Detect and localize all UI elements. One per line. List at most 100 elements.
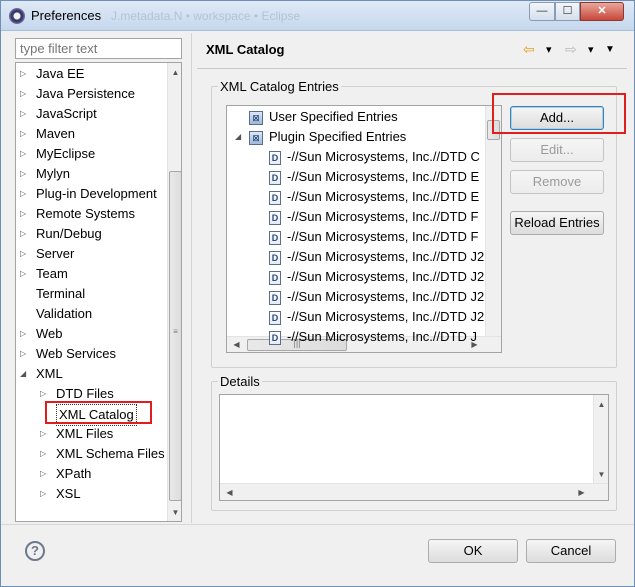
collapsed-arrow-icon[interactable]: ▷ <box>20 344 30 364</box>
collapsed-arrow-icon[interactable]: ▷ <box>20 84 30 104</box>
expanded-arrow-icon[interactable]: ◢ <box>20 364 30 384</box>
add-button[interactable]: Add... <box>510 106 604 130</box>
dtd-file-icon: D <box>269 250 281 265</box>
details-scroll-down-icon[interactable]: ▼ <box>594 467 609 482</box>
collapsed-arrow-icon[interactable]: ▷ <box>20 64 30 84</box>
scroll-thumb[interactable]: ≡ <box>169 171 181 501</box>
catalog-entry[interactable]: D -//Sun Microsystems, Inc.//DTD J <box>269 327 477 347</box>
tree-item[interactable]: ◢ XML <box>20 364 165 384</box>
tree-item[interactable]: ▷ XPath <box>40 464 165 484</box>
tree-item-label: Mylyn <box>36 166 70 181</box>
tree-item[interactable]: ▷ Mylyn <box>20 164 165 184</box>
tree-item[interactable]: ▷ Maven <box>20 124 165 144</box>
maximize-button[interactable]: ☐ <box>555 2 580 21</box>
tree-item-label: Web Services <box>36 346 116 361</box>
collapsed-arrow-icon[interactable]: ▷ <box>40 444 50 464</box>
catalog-entry[interactable]: D -//Sun Microsystems, Inc.//DTD E <box>269 167 479 187</box>
details-scroll-left-icon[interactable]: ◀ <box>222 485 237 500</box>
tree-item[interactable]: ▷ Web <box>20 324 165 344</box>
collapsed-arrow-icon[interactable]: ▷ <box>20 164 30 184</box>
back-icon[interactable]: ⇦ <box>523 41 535 58</box>
tree-item[interactable]: ▷ XML Files <box>40 424 165 444</box>
catalog-entry-label: -//Sun Microsystems, Inc.//DTD J2 <box>287 309 485 324</box>
cancel-button[interactable]: Cancel <box>526 539 616 563</box>
catalog-entry[interactable]: D -//Sun Microsystems, Inc.//DTD F <box>269 207 478 227</box>
tree-item-label: Server <box>36 246 75 261</box>
scroll-grip-icon: ≡ <box>173 327 178 336</box>
preference-tree-scrollbar[interactable]: ▲ ≡ ▼ <box>167 63 181 521</box>
tree-item[interactable]: ▷ Web Services <box>20 344 165 364</box>
catalog-entry[interactable]: ⊠ User Specified Entries <box>235 107 398 127</box>
minimize-button[interactable]: — <box>529 2 555 21</box>
collapsed-arrow-icon[interactable]: ▷ <box>20 144 30 164</box>
catalog-entry[interactable]: D -//Sun Microsystems, Inc.//DTD C <box>269 147 480 167</box>
collapsed-arrow-icon[interactable]: ▷ <box>20 324 30 344</box>
view-menu-icon[interactable]: ▼ <box>605 44 615 55</box>
tree-item-label: JavaScript <box>36 106 97 121</box>
remove-button[interactable]: Remove <box>510 170 604 194</box>
scroll-up-icon[interactable]: ▲ <box>168 65 181 80</box>
tree-item[interactable]: ▷ MyEclipse <box>20 144 165 164</box>
collapsed-arrow-icon[interactable]: ▷ <box>20 224 30 244</box>
tree-item-label: Run/Debug <box>36 226 102 241</box>
expanded-arrow-icon[interactable]: ◢ <box>235 127 245 147</box>
forward-dropdown-icon[interactable]: ▾ <box>588 43 594 56</box>
tree-item[interactable]: ▷ Java Persistence <box>20 84 165 104</box>
reload-entries-button[interactable]: Reload Entries <box>510 211 604 235</box>
tree-item[interactable]: ▷ Remote Systems <box>20 204 165 224</box>
xml-catalog-highlight <box>45 401 152 424</box>
eclipse-app-icon <box>9 8 25 24</box>
details-scroll-right-icon[interactable]: ▶ <box>574 485 589 500</box>
tree-item[interactable]: ▷ Team <box>20 264 165 284</box>
catalog-entry[interactable]: D -//Sun Microsystems, Inc.//DTD E <box>269 187 479 207</box>
close-button[interactable]: ✕ <box>580 2 624 21</box>
collapsed-arrow-icon[interactable]: ▷ <box>20 264 30 284</box>
tree-item[interactable]: Terminal <box>20 284 165 304</box>
details-scrollbar[interactable]: ▲ ▼ <box>593 395 608 483</box>
tree-item[interactable]: ▷ Java EE <box>20 64 165 84</box>
filter-input[interactable] <box>15 38 182 59</box>
collapsed-arrow-icon[interactable]: ▷ <box>40 464 50 484</box>
tree-item[interactable]: ▷ Run/Debug <box>20 224 165 244</box>
help-icon[interactable]: ? <box>25 541 45 561</box>
catalog-entries-tree[interactable]: ◀ ||| ▶ ⊠ User Specified Entries ◢ ⊠ Plugin … <box>226 105 502 353</box>
catalog-entry-label: -//Sun Microsystems, Inc.//DTD E <box>287 189 480 204</box>
collapsed-arrow-icon[interactable]: ▷ <box>40 484 50 504</box>
tree-item[interactable]: Validation <box>20 304 165 324</box>
catalog-entry[interactable]: D -//Sun Microsystems, Inc.//DTD J2 <box>269 307 484 327</box>
preferences-window: Preferences J.metadata.N • workspace • E… <box>0 0 635 587</box>
details-scroll-up-icon[interactable]: ▲ <box>594 397 609 412</box>
collapsed-arrow-icon[interactable]: ▷ <box>20 204 30 224</box>
collapsed-arrow-icon[interactable]: ▷ <box>40 424 50 444</box>
details-hscrollbar[interactable]: ◀ ▶ <box>220 483 608 500</box>
tree-item[interactable]: ▷ XSL <box>40 484 165 504</box>
details-text-area[interactable]: ▲ ▼ ◀ ▶ <box>219 394 609 501</box>
catalog-entry[interactable]: ◢ ⊠ Plugin Specified Entries <box>235 127 406 147</box>
tree-item-label: XPath <box>56 466 92 481</box>
catalog-entry[interactable]: D -//Sun Microsystems, Inc.//DTD J2 <box>269 287 484 307</box>
tree-item[interactable]: ▷ XML Schema Files <box>40 444 165 464</box>
tree-item[interactable]: ▷ Plug-in Development <box>20 184 165 204</box>
window-title-ghost: J.metadata.N • workspace • Eclipse <box>111 9 301 23</box>
catalog-entry[interactable]: D -//Sun Microsystems, Inc.//DTD F <box>269 227 478 247</box>
catalog-entry[interactable]: D -//Sun Microsystems, Inc.//DTD J2 <box>269 267 484 287</box>
collapsed-arrow-icon[interactable]: ▷ <box>20 184 30 204</box>
catalog-tree-scrollbar[interactable] <box>485 106 501 336</box>
preference-tree[interactable]: ▲ ≡ ▼ ▷ Java EE ▷ Java Persistence ▷ JavaScri… <box>15 62 182 522</box>
forward-icon[interactable]: ⇨ <box>565 41 577 58</box>
tree-item[interactable]: ▷ Server <box>20 244 165 264</box>
catalog-entry[interactable]: D -//Sun Microsystems, Inc.//DTD J2 <box>269 247 484 267</box>
collapsed-arrow-icon[interactable]: ▷ <box>20 124 30 144</box>
scroll-left-icon[interactable]: ◀ <box>229 337 244 352</box>
ok-button[interactable]: OK <box>428 539 518 563</box>
collapsed-arrow-icon[interactable]: ▷ <box>20 244 30 264</box>
scroll-down-icon[interactable]: ▼ <box>168 505 181 520</box>
catalog-entry-label: -//Sun Microsystems, Inc.//DTD J2 <box>287 289 485 304</box>
back-dropdown-icon[interactable]: ▾ <box>546 43 552 56</box>
collapsed-arrow-icon[interactable]: ▷ <box>20 104 30 124</box>
dtd-file-icon: D <box>269 210 281 225</box>
tree-item-label: Java Persistence <box>36 86 135 101</box>
dtd-file-icon: D <box>269 270 281 285</box>
tree-item[interactable]: ▷ JavaScript <box>20 104 165 124</box>
edit-button[interactable]: Edit... <box>510 138 604 162</box>
